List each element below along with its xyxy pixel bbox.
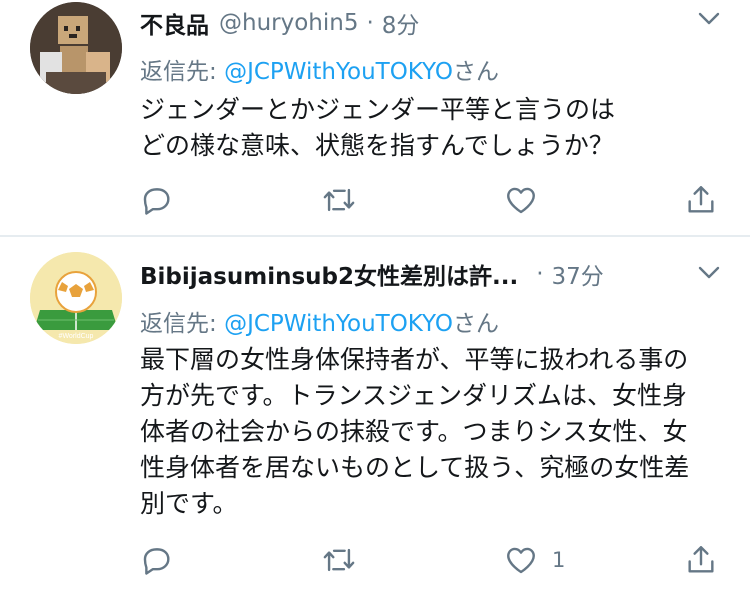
like-button[interactable] — [504, 180, 552, 220]
share-icon — [688, 546, 714, 573]
tweet[interactable]: #WorldCup Bibijasuminsub2女性差別は許... · 37分… — [0, 238, 750, 589]
reply-context: 返信先: @JCPWithYouTOKYOさん — [140, 52, 499, 86]
retweet-button[interactable] — [322, 540, 356, 580]
like-count: 1 — [552, 548, 566, 572]
tweet-text-line: 別です。 — [140, 489, 238, 518]
display-name[interactable]: 不良品 — [140, 6, 209, 40]
like-button[interactable]: 1 — [504, 540, 565, 580]
tweet-text-line: 体者の社会からの抹殺です。つまりシス女性、女 — [140, 417, 688, 446]
avatar[interactable] — [30, 2, 122, 94]
tweet-text: 最下層の女性身体保持者が、平等に扱われる事の 方が先です。トランスジェンダリズム… — [140, 342, 730, 522]
separator: · — [366, 10, 374, 36]
action-bar — [140, 180, 730, 220]
action-bar: 1 — [140, 540, 730, 580]
tweet-divider — [0, 235, 750, 237]
chevron-down-icon[interactable] — [698, 12, 720, 26]
tweet[interactable]: 不良品 @huryohin5 · 8分 返信先: @JCPWithYouTOKY… — [0, 0, 750, 236]
reply-context: 返信先: @JCPWithYouTOKYOさん — [140, 304, 499, 338]
retweet-button[interactable] — [322, 180, 356, 220]
tweet-header: Bibijasuminsub2女性差別は許... · 37分 — [140, 254, 730, 294]
tweet-text-line: ジェンダーとかジェンダー平等と言うのは — [140, 95, 616, 124]
timestamp[interactable]: 37分 — [552, 257, 604, 291]
mention-link[interactable]: @JCPWithYouTOKYO — [224, 311, 453, 337]
reply-icon — [143, 188, 170, 215]
timestamp[interactable]: 8分 — [382, 6, 420, 40]
share-button[interactable] — [684, 180, 718, 220]
tweet-text-line: 性身体者を居ないものとして扱う、究極の女性差 — [140, 453, 690, 482]
reply-button[interactable] — [140, 540, 174, 580]
tweet-text-line: どの様な意味、状態を指すんでしょうか？ — [140, 131, 614, 160]
reply-icon — [143, 548, 170, 575]
share-icon — [688, 186, 714, 213]
reply-suffix: さん — [452, 59, 499, 85]
avatar[interactable]: #WorldCup — [30, 252, 122, 344]
reply-prefix: 返信先: — [140, 311, 225, 337]
retweet-icon — [323, 548, 355, 572]
reply-button[interactable] — [140, 180, 174, 220]
tweet-header: 不良品 @huryohin5 · 8分 — [140, 3, 730, 43]
retweet-icon — [323, 188, 355, 212]
display-name[interactable]: Bibijasuminsub2女性差別は許... — [140, 257, 518, 291]
tweet-text: ジェンダーとかジェンダー平等と言うのは どの様な意味、状態を指すんでしょうか？ — [140, 92, 730, 164]
user-handle[interactable]: @huryohin5 — [219, 10, 358, 36]
separator: · — [536, 261, 544, 287]
avatar-label: #WorldCup — [59, 333, 94, 340]
tweet-text-line: 最下層の女性身体保持者が、平等に扱われる事の — [140, 345, 689, 374]
chevron-down-icon[interactable] — [698, 266, 720, 280]
reply-suffix: さん — [452, 311, 499, 337]
like-icon — [507, 547, 535, 574]
share-button[interactable] — [684, 540, 718, 580]
tweet-text-line: 方が先です。トランスジェンダリズムは、女性身 — [140, 381, 688, 410]
mention-link[interactable]: @JCPWithYouTOKYO — [224, 59, 453, 85]
like-icon — [507, 187, 535, 214]
reply-prefix: 返信先: — [140, 59, 225, 85]
